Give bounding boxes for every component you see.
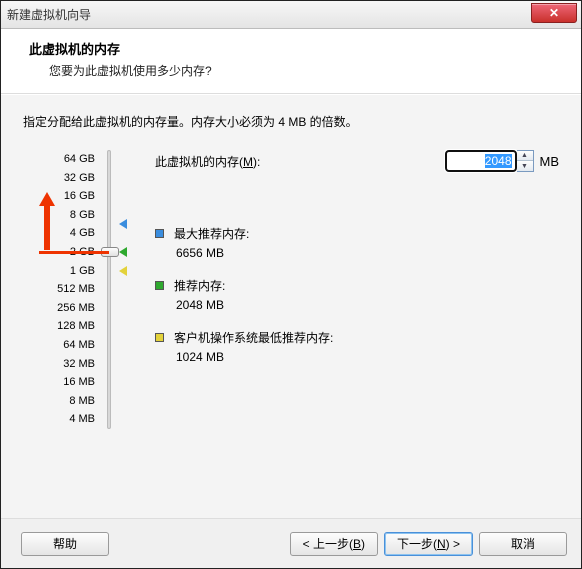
legend-max-label: 最大推荐内存: <box>174 226 249 242</box>
spinner-up-button[interactable]: ▲ <box>517 151 533 161</box>
back-button[interactable]: < 上一步(B) <box>290 532 378 556</box>
spinner-down-button[interactable]: ▼ <box>517 161 533 171</box>
slider-tick: 16 GB <box>23 187 105 206</box>
info-column: 此虚拟机的内存(M): ▲ ▼ MB 最大推荐内存: <box>155 150 559 429</box>
legend-recommended-value: 2048 MB <box>176 298 559 312</box>
wizard-window: 新建虚拟机向导 ✕ 此虚拟机的内存 您要为此虚拟机使用多少内存? 指定分配给此虚… <box>0 0 582 569</box>
memory-unit: MB <box>540 154 560 169</box>
slider-tick: 512 MB <box>23 280 105 299</box>
square-icon <box>155 281 164 290</box>
legend-recommended-label: 推荐内存: <box>174 278 225 294</box>
legend-min-label: 客户机操作系统最低推荐内存: <box>174 330 333 346</box>
square-icon <box>155 333 164 342</box>
help-button[interactable]: 帮助 <box>21 532 109 556</box>
square-icon <box>155 229 164 238</box>
memory-input-row: 此虚拟机的内存(M): ▲ ▼ MB <box>155 150 559 172</box>
legend-max-value: 6656 MB <box>176 246 559 260</box>
slider-tick: 4 GB <box>23 224 105 243</box>
memory-input[interactable] <box>445 150 517 172</box>
close-button[interactable]: ✕ <box>531 3 577 23</box>
slider-tick: 4 MB <box>23 410 105 429</box>
slider-tick: 64 GB <box>23 150 105 169</box>
slider-tick: 256 MB <box>23 299 105 318</box>
legend-max: 最大推荐内存: <box>155 226 559 242</box>
header-title: 此虚拟机的内存 <box>29 39 561 58</box>
cancel-button[interactable]: 取消 <box>479 532 567 556</box>
window-title: 新建虚拟机向导 <box>7 6 91 23</box>
legend-min: 客户机操作系统最低推荐内存: <box>155 330 559 346</box>
close-icon: ✕ <box>549 6 559 20</box>
slider-tick: 8 GB <box>23 206 105 225</box>
slider-tick: 64 MB <box>23 336 105 355</box>
wizard-footer: 帮助 < 上一步(B) 下一步(N) > 取消 <box>1 518 581 568</box>
recommended-marker-icon <box>119 247 127 257</box>
legend-min-value: 1024 MB <box>176 350 559 364</box>
next-button[interactable]: 下一步(N) > <box>384 532 473 556</box>
memory-spinner: ▲ ▼ <box>445 150 534 172</box>
legend-recommended: 推荐内存: <box>155 278 559 294</box>
wizard-header: 此虚拟机的内存 您要为此虚拟机使用多少内存? <box>1 29 581 94</box>
slider-tick: 32 MB <box>23 355 105 374</box>
spinner-buttons: ▲ ▼ <box>517 150 534 172</box>
slider-tick: 1 GB <box>23 262 105 281</box>
annotation-line <box>39 251 109 254</box>
memory-input-label: 此虚拟机的内存(M): <box>155 153 445 170</box>
header-subtitle: 您要为此虚拟机使用多少内存? <box>49 62 561 79</box>
memory-slider-column: 64 GB32 GB16 GB8 GB4 GB2 GB1 GB512 MB256… <box>23 150 105 429</box>
slider-tick: 128 MB <box>23 317 105 336</box>
titlebar: 新建虚拟机向导 ✕ <box>1 1 581 29</box>
memory-area: 64 GB32 GB16 GB8 GB4 GB2 GB1 GB512 MB256… <box>23 150 559 429</box>
min-marker-icon <box>119 266 127 276</box>
description-text: 指定分配给此虚拟机的内存量。内存大小必须为 4 MB 的倍数。 <box>23 113 559 130</box>
wizard-content: 指定分配给此虚拟机的内存量。内存大小必须为 4 MB 的倍数。 64 GB32 … <box>1 94 581 518</box>
slider-tick: 8 MB <box>23 392 105 411</box>
max-marker-icon <box>119 219 127 229</box>
slider-tick: 32 GB <box>23 169 105 188</box>
slider-tick: 16 MB <box>23 373 105 392</box>
annotation-arrow-icon <box>39 192 55 250</box>
memory-slider-track[interactable] <box>107 150 111 429</box>
